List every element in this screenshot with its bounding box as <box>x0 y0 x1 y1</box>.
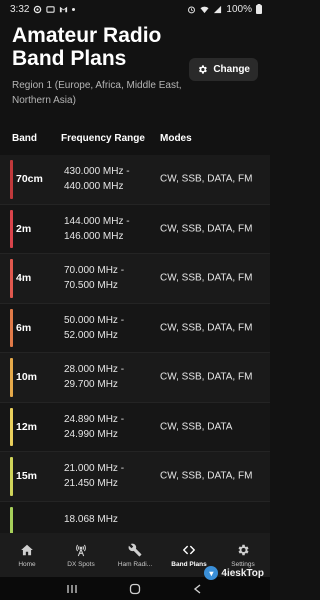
settings-notification-icon <box>34 5 42 13</box>
code-brackets-icon <box>181 542 197 558</box>
frequency-range: 70.000 MHz - 70.500 MHz <box>64 265 125 292</box>
band-name: 4m <box>16 272 32 285</box>
battery-icon <box>256 4 262 14</box>
nav-dx-spots-label: DX Spots <box>67 561 95 568</box>
cast-notification-icon <box>46 5 56 13</box>
page-header: Amateur Radio Band Plans Region 1 (Europ… <box>12 24 258 108</box>
band-name: 2m <box>16 222 32 235</box>
status-left: 3:32 <box>10 3 76 15</box>
band-modes: CW, SSB, DATA, FM <box>160 272 253 284</box>
home-icon <box>19 542 35 558</box>
band-modes: CW, SSB, DATA, FM <box>160 322 253 334</box>
table-row[interactable]: 2m 144.000 MHz - 146.000 MHz CW, SSB, DA… <box>0 204 270 254</box>
page-title: Amateur Radio Band Plans <box>12 24 162 70</box>
band-color-bar <box>10 160 13 199</box>
frequency-range: 50.000 MHz - 52.000 MHz <box>64 314 125 341</box>
band-modes: CW, SSB, DATA, FM <box>160 223 253 235</box>
band-name: 15m <box>16 470 38 483</box>
table-header: Band Frequency Range Modes <box>0 133 270 147</box>
gmail-notification-icon <box>60 6 68 12</box>
band-modes: CW, SSB, DATA <box>160 421 233 433</box>
nav-home-label: Home <box>18 561 36 568</box>
nav-band-plans-label: Band Plans <box>171 561 207 568</box>
frequency-range: 430.000 MHz - 440.000 MHz <box>64 166 130 193</box>
table-row[interactable]: 18.068 MHz <box>0 501 270 533</box>
home-system-icon[interactable] <box>129 583 141 595</box>
frequency-range: 24.890 MHz - 24.990 MHz <box>64 413 125 440</box>
band-color-bar <box>10 358 13 397</box>
band-color-bar <box>10 308 13 347</box>
gear-icon <box>235 542 251 558</box>
battery-percent: 100% <box>226 3 252 15</box>
gear-icon <box>199 65 208 74</box>
band-modes: CW, SSB, DATA, FM <box>160 173 253 185</box>
table-row[interactable]: 15m 21.000 MHz - 21.450 MHz CW, SSB, DAT… <box>0 452 270 502</box>
table-row[interactable]: 4m 70.000 MHz - 70.500 MHz CW, SSB, DATA… <box>0 254 270 304</box>
band-modes: CW, SSB, DATA, FM <box>160 371 253 383</box>
antenna-broadcast-icon <box>73 542 89 558</box>
change-button-label: Change <box>213 64 250 75</box>
back-icon[interactable] <box>192 583 204 595</box>
watermark: ▾ 4ieskTop <box>204 566 264 580</box>
frequency-range: 28.000 MHz - 29.700 MHz <box>64 364 125 391</box>
band-name: 70cm <box>16 173 43 186</box>
wifi-icon <box>200 6 209 13</box>
signal-icon <box>214 5 222 13</box>
recent-apps-icon[interactable] <box>66 583 78 595</box>
nav-dx-spots[interactable]: DX Spots <box>54 533 108 577</box>
table-row[interactable]: 70cm 430.000 MHz - 440.000 MHz CW, SSB, … <box>0 155 270 205</box>
band-color-bar <box>10 457 13 496</box>
nav-ham-radio[interactable]: Ham Radi... <box>108 533 162 577</box>
system-navigation-bar <box>0 577 270 600</box>
band-name: 6m <box>16 321 32 334</box>
table-row[interactable]: 6m 50.000 MHz - 52.000 MHz CW, SSB, DATA… <box>0 303 270 353</box>
frequency-range: 18.068 MHz <box>64 513 118 525</box>
more-notifications-dot-icon <box>72 7 76 11</box>
band-color-bar <box>10 259 13 298</box>
band-color-bar <box>10 209 13 248</box>
band-color-bar <box>10 407 13 446</box>
column-header-modes: Modes <box>160 133 192 144</box>
region-subtitle: Region 1 (Europe, Africa, Middle East, N… <box>12 80 182 106</box>
nav-home[interactable]: Home <box>0 533 54 577</box>
watermark-logo-icon: ▾ <box>204 566 219 580</box>
band-modes: CW, SSB, DATA, FM <box>160 470 253 482</box>
nav-ham-radio-label: Ham Radi... <box>117 561 153 568</box>
wrench-icon <box>127 542 143 558</box>
band-color-bar <box>10 506 13 533</box>
band-name: 12m <box>16 420 38 433</box>
status-bar: 3:32 100% <box>0 0 270 18</box>
alarm-icon <box>188 5 196 13</box>
table-row[interactable]: 10m 28.000 MHz - 29.700 MHz CW, SSB, DAT… <box>0 353 270 403</box>
change-region-button[interactable]: Change <box>189 58 258 81</box>
frequency-range: 21.000 MHz - 21.450 MHz <box>64 463 125 490</box>
status-right: 100% <box>187 4 262 15</box>
frequency-range: 144.000 MHz - 146.000 MHz <box>64 215 130 242</box>
column-header-frequency: Frequency Range <box>61 133 145 144</box>
watermark-text: 4ieskTop <box>221 567 264 579</box>
band-name: 10m <box>16 371 38 384</box>
column-header-band: Band <box>12 133 37 144</box>
status-time: 3:32 <box>10 3 30 15</box>
table-row[interactable]: 12m 24.890 MHz - 24.990 MHz CW, SSB, DAT… <box>0 402 270 452</box>
band-list[interactable]: 70cm 430.000 MHz - 440.000 MHz CW, SSB, … <box>0 155 270 533</box>
